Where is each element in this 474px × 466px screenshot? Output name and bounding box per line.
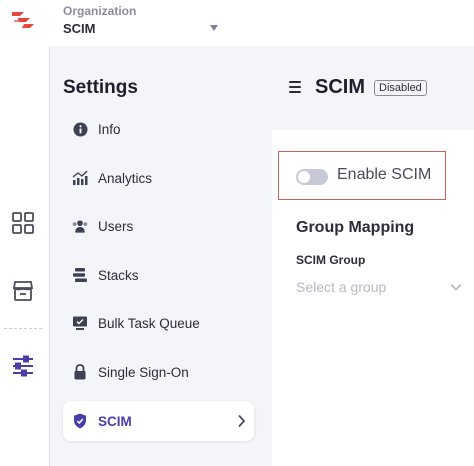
- chevron-down-icon: [450, 283, 462, 291]
- settings-title: Settings: [63, 77, 138, 98]
- analytics-icon: [72, 170, 88, 186]
- sidebar-item-label: Stacks: [98, 267, 139, 283]
- enable-scim-label: Enable SCIM: [337, 166, 432, 183]
- status-badge: Disabled: [374, 80, 427, 96]
- scim-group-select[interactable]: Select a group: [296, 279, 466, 301]
- chevron-down-icon[interactable]: [210, 25, 218, 31]
- scim-group-label: SCIM Group: [296, 253, 366, 267]
- dashboard-grid-icon[interactable]: [11, 211, 35, 235]
- store-icon[interactable]: [11, 279, 35, 303]
- shield-icon: [72, 413, 88, 429]
- group-mapping-title: Group Mapping: [296, 219, 415, 236]
- menu-icon[interactable]: [289, 81, 301, 93]
- monitor-icon: [72, 315, 88, 331]
- settings-sliders-icon[interactable]: [11, 354, 35, 378]
- sidebar-item-label: Bulk Task Queue: [98, 315, 200, 331]
- chevron-right-icon: [238, 414, 246, 428]
- sidebar-item-analytics[interactable]: Analytics: [63, 158, 254, 198]
- toggle-knob: [298, 171, 310, 183]
- sidebar-item-label: Users: [98, 218, 134, 234]
- left-rail: [0, 46, 50, 466]
- sidebar-item-bulk-task-queue[interactable]: Bulk Task Queue: [63, 303, 254, 343]
- sidebar-item-label: SCIM: [98, 413, 132, 429]
- sidebar-item-info[interactable]: Info: [63, 109, 254, 149]
- sidebar-item-stacks[interactable]: Stacks: [63, 255, 254, 295]
- rail-divider: [4, 328, 42, 329]
- enable-scim-toggle[interactable]: [296, 169, 328, 185]
- organization-value: SCIM: [63, 21, 96, 36]
- stacks-icon: [72, 267, 88, 283]
- lock-icon: [72, 364, 88, 380]
- sidebar-item-scim[interactable]: SCIM: [63, 401, 254, 441]
- settings-sidebar: Settings Info Analytics Users Stacks Bul…: [50, 46, 272, 466]
- organization-switcher[interactable]: Organization SCIM: [63, 4, 136, 36]
- users-icon: [72, 218, 88, 234]
- sidebar-item-label: Info: [98, 121, 121, 137]
- sidebar-item-label: Analytics: [98, 170, 153, 186]
- page-title: SCIM: [315, 76, 365, 98]
- brand-logo: [12, 12, 34, 28]
- page-header: SCIM Disabled: [272, 46, 474, 130]
- sidebar-item-users[interactable]: Users: [63, 206, 254, 246]
- select-placeholder: Select a group: [296, 279, 387, 295]
- organization-label: Organization: [63, 4, 137, 18]
- info-icon: [72, 121, 88, 137]
- sidebar-item-single-sign-on[interactable]: Single Sign-On: [63, 352, 254, 392]
- sidebar-item-label: Single Sign-On: [98, 364, 189, 380]
- enable-scim-setting: Enable SCIM: [278, 151, 446, 200]
